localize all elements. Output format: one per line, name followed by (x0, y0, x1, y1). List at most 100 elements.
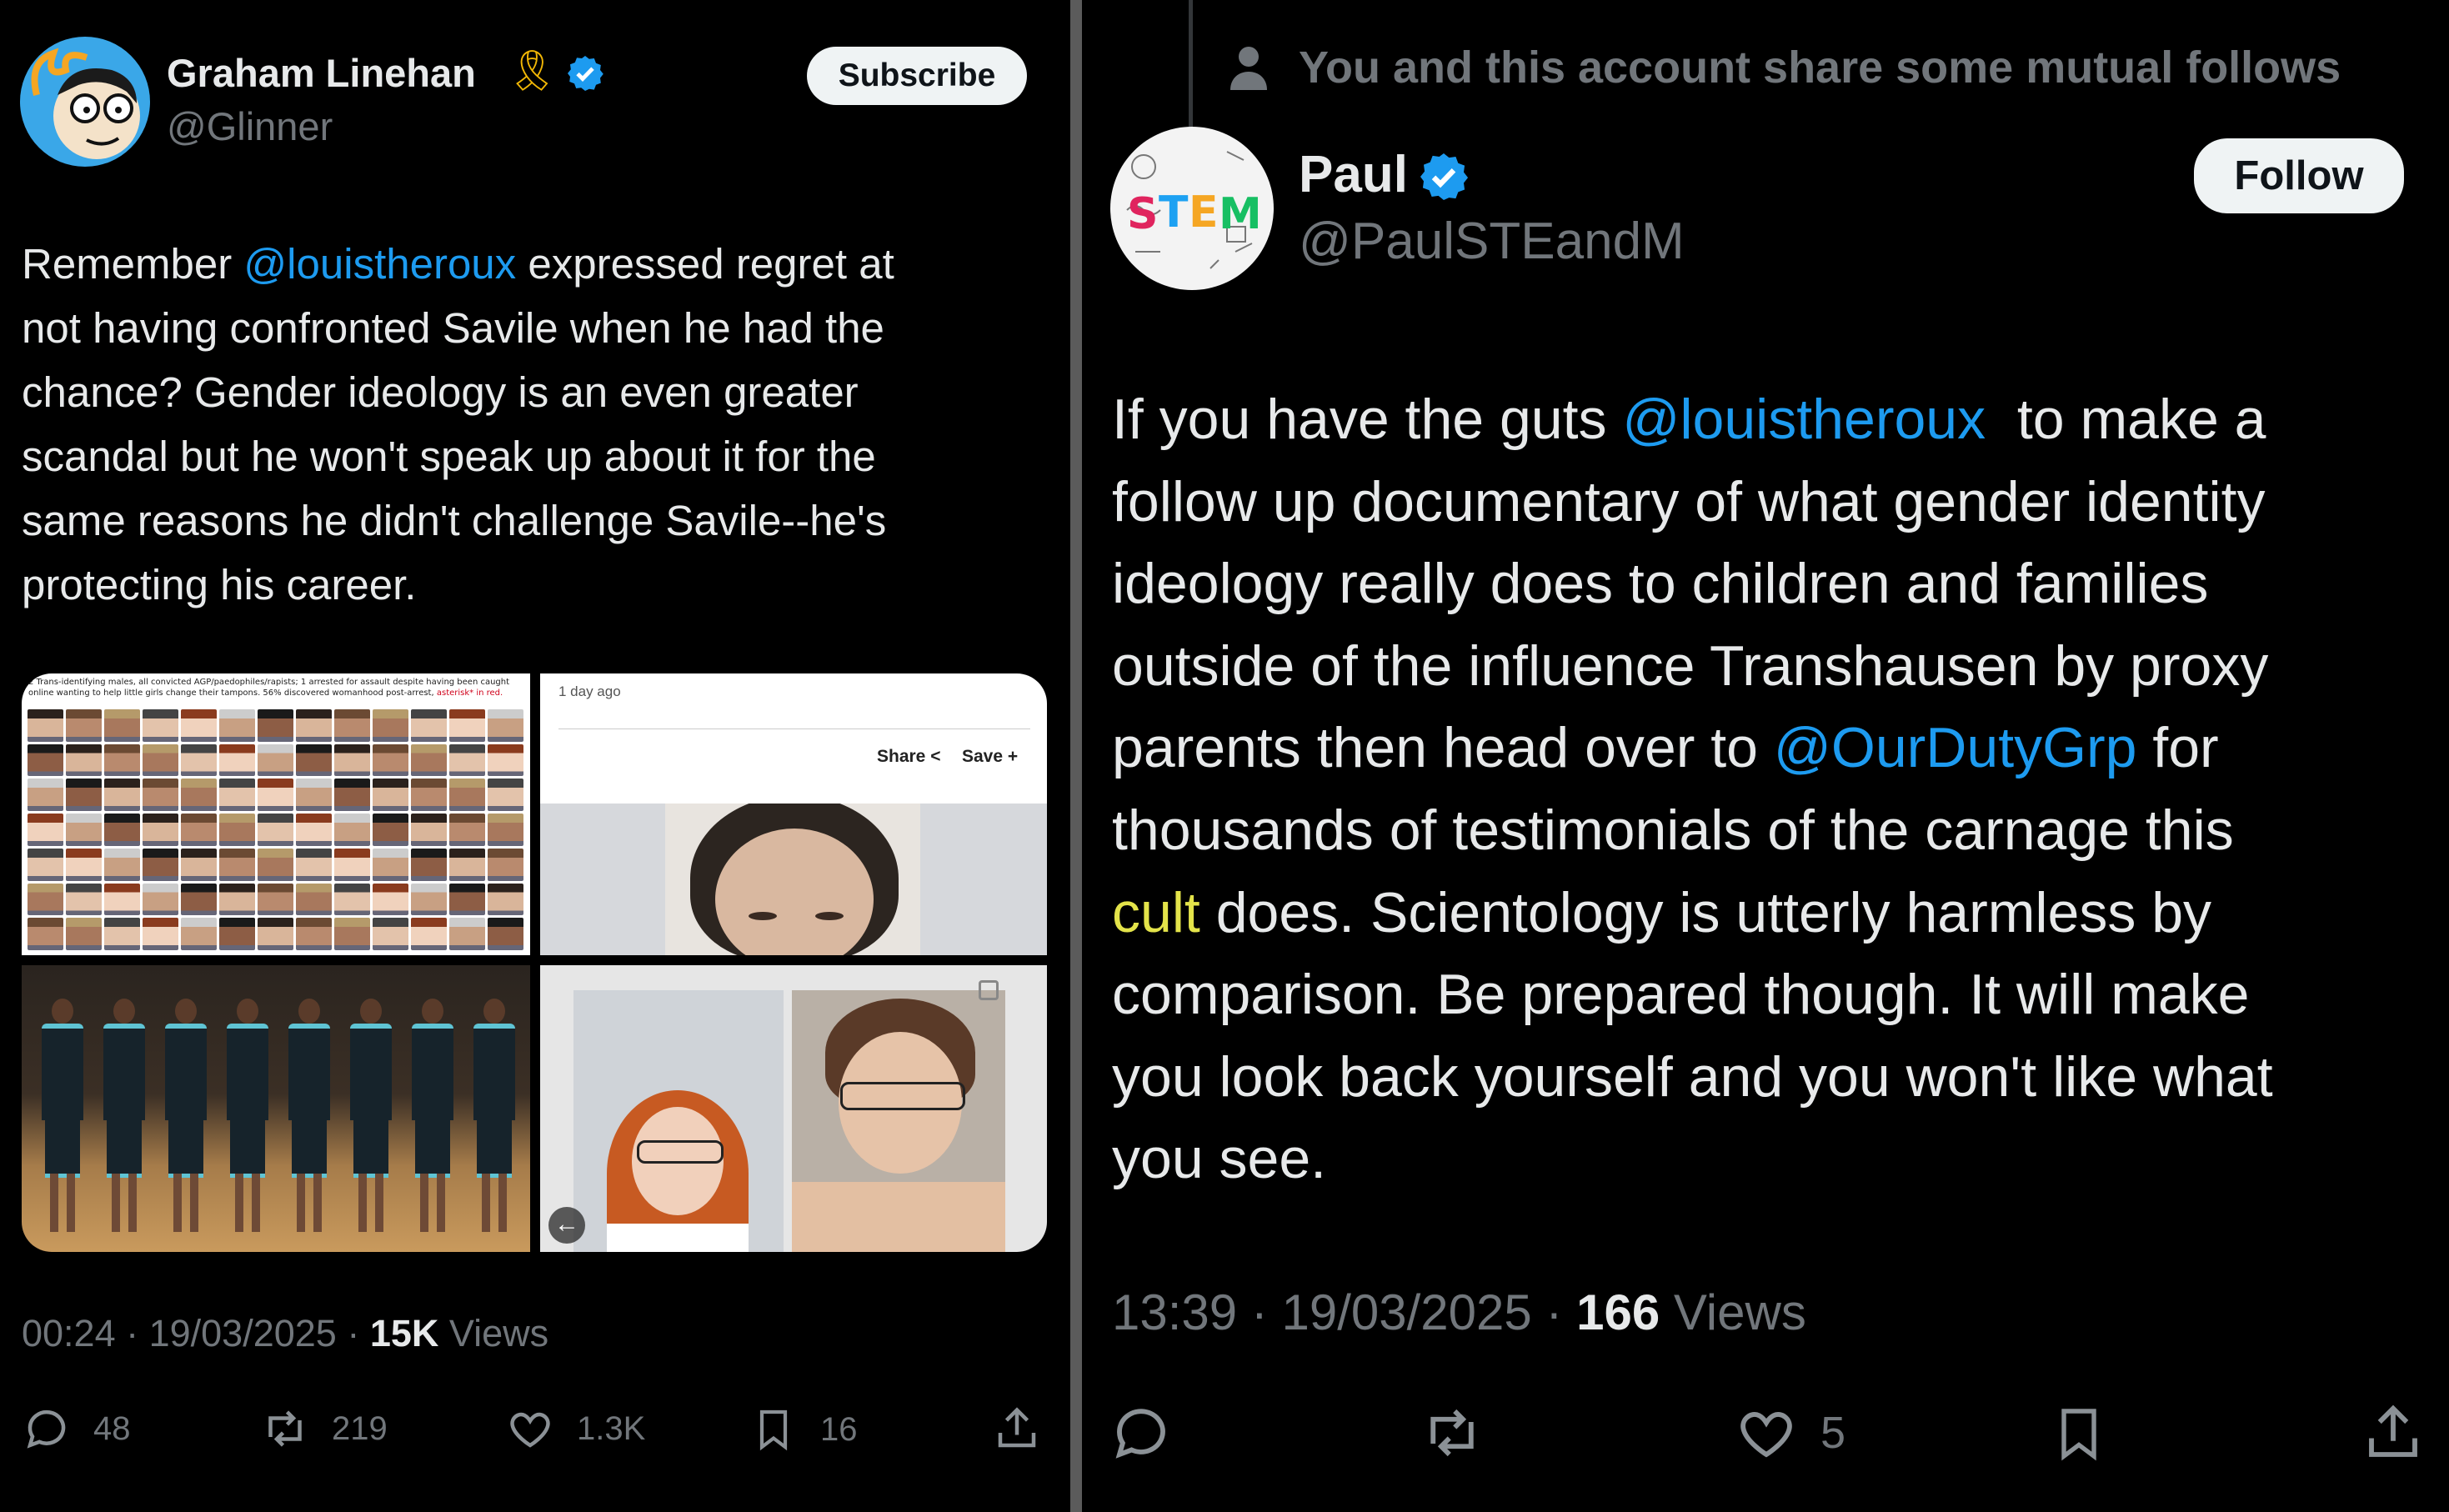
mugshot-thumb (296, 918, 332, 950)
player-figure (347, 999, 395, 1249)
mugshot-thumb (334, 709, 370, 742)
divider (558, 728, 1030, 729)
player-row (22, 965, 530, 1252)
heart-icon (510, 1412, 550, 1448)
text-segment: Remember (22, 240, 244, 288)
mugshot-thumb (334, 883, 370, 916)
left-tweet-panel: Graham Linehan 🎗 @Glinner Subscribe Reme… (0, 0, 1070, 1512)
mugshot-thumb (411, 709, 447, 742)
mugshot-thumb (449, 743, 485, 777)
photo-left (573, 990, 784, 1252)
mugshot-thumb (373, 883, 408, 916)
mugshot-thumb (143, 743, 178, 777)
mugshot-thumb (66, 743, 102, 777)
mugshot-thumb (488, 848, 523, 881)
mugshot-thumb (143, 848, 178, 881)
reply-icon (1115, 1409, 1165, 1459)
like-button[interactable]: 5 (1734, 1400, 1846, 1465)
tweet-line: protecting his career. (22, 561, 417, 608)
author-name[interactable]: Paul (1299, 145, 1408, 204)
share-tweet-button[interactable] (992, 1404, 1042, 1454)
mugshot-thumb (411, 743, 447, 777)
mugshot-thumb (104, 848, 140, 881)
bookmark-icon (759, 1409, 788, 1451)
tweet-timestamp[interactable]: 13:39 · 19/03/2025 · 166 Views (1112, 1284, 1806, 1341)
subscribe-button[interactable]: Subscribe (807, 47, 1027, 105)
author-handle[interactable]: @PaulSTEandM (1299, 212, 1685, 271)
media-image-team[interactable] (22, 965, 530, 1252)
share-icon: < (930, 747, 941, 766)
text-segment: for (2136, 716, 2219, 780)
save-label: Save (962, 747, 1004, 766)
collage-caption: 2 Trans-identifying males, all convicted… (28, 678, 510, 698)
mention-link[interactable]: @louistheroux (1622, 388, 1986, 451)
mugshot-thumb (66, 814, 102, 846)
mugshot-thumb (181, 743, 217, 777)
mugshot-thumb (66, 883, 102, 916)
bookmark-button[interactable] (2049, 1400, 2109, 1467)
mention-link[interactable]: @OurDutyGrp (1774, 716, 2137, 779)
mugshot-thumb (181, 848, 217, 881)
avatar[interactable] (20, 37, 150, 167)
player-figure (100, 999, 148, 1249)
share-tweet-button[interactable] (2361, 1400, 2426, 1465)
mugshot-thumb (181, 918, 217, 950)
photo-area (540, 804, 1047, 955)
text-segment: to make a (1986, 388, 2266, 451)
tweet-line: chance? Gender ideology is an even great… (22, 368, 859, 416)
mugshot-thumb (143, 814, 178, 846)
follow-button[interactable]: Follow (2194, 138, 2404, 213)
player-figure (408, 999, 457, 1249)
svg-text:M: M (1219, 189, 1262, 239)
mugshot-thumb (334, 918, 370, 950)
mugshot-thumb (28, 883, 63, 916)
media-image-portraits[interactable]: ← (540, 965, 1047, 1252)
repost-icon (268, 1410, 302, 1447)
mugshot-thumb (181, 814, 217, 846)
like-button[interactable]: 1.3K (505, 1404, 645, 1454)
back-arrow-icon[interactable]: ← (548, 1207, 585, 1244)
mugshot-thumb (66, 709, 102, 742)
mugshot-thumb (258, 848, 293, 881)
mugshot-thumb (488, 709, 523, 742)
mugshot-thumb (219, 918, 255, 950)
mugshot-thumb (28, 848, 63, 881)
reply-button[interactable]: 48 (22, 1404, 131, 1454)
repost-button[interactable]: 219 (258, 1404, 388, 1454)
repost-count: 219 (332, 1409, 388, 1447)
mugshot-thumb (181, 883, 217, 916)
mugshot-thumb (373, 779, 408, 812)
person-icon (1230, 47, 1267, 90)
media-image-article[interactable]: 1 day ago Share < Save + (540, 673, 1047, 955)
mugshot-thumb (411, 779, 447, 812)
repost-icon (1430, 1409, 1474, 1457)
mugshot-thumb (28, 709, 63, 742)
tweet-text: Remember @louistheroux expressed regret … (22, 232, 894, 617)
share-button[interactable]: Share < (877, 747, 940, 767)
bookmark-button[interactable]: 16 (750, 1404, 858, 1455)
mugshot-thumb (28, 779, 63, 812)
mugshot-thumb (219, 743, 255, 777)
avatar[interactable]: S T E M (1110, 127, 1274, 290)
mention-link[interactable]: @louistheroux (243, 240, 516, 288)
mugshot-thumb (258, 709, 293, 742)
mugshot-thumb (334, 814, 370, 846)
author-name[interactable]: Graham Linehan (167, 50, 476, 96)
player-figure (285, 999, 333, 1249)
mugshot-thumb (449, 883, 485, 916)
reply-button[interactable] (1109, 1400, 1174, 1465)
avatar-letter: S (1127, 189, 1158, 239)
author-handle[interactable]: @Glinner (167, 103, 333, 149)
player-figure (223, 999, 272, 1249)
verified-badge-icon (568, 56, 603, 91)
save-button[interactable]: Save + (962, 747, 1018, 767)
like-count: 1.3K (577, 1409, 646, 1447)
mugshot-thumb (104, 743, 140, 777)
mugshot-thumb (143, 709, 178, 742)
media-image-collage[interactable]: 2 Trans-identifying males, all convicted… (22, 673, 530, 955)
mugshot-thumb (219, 814, 255, 846)
text-segment: does. Scientology is utterly harmless by (1199, 880, 2212, 944)
tweet-timestamp[interactable]: 00:24 · 19/03/2025 · 15K Views (22, 1312, 548, 1355)
panel-divider (1070, 0, 1082, 1512)
repost-button[interactable] (1417, 1400, 1487, 1465)
